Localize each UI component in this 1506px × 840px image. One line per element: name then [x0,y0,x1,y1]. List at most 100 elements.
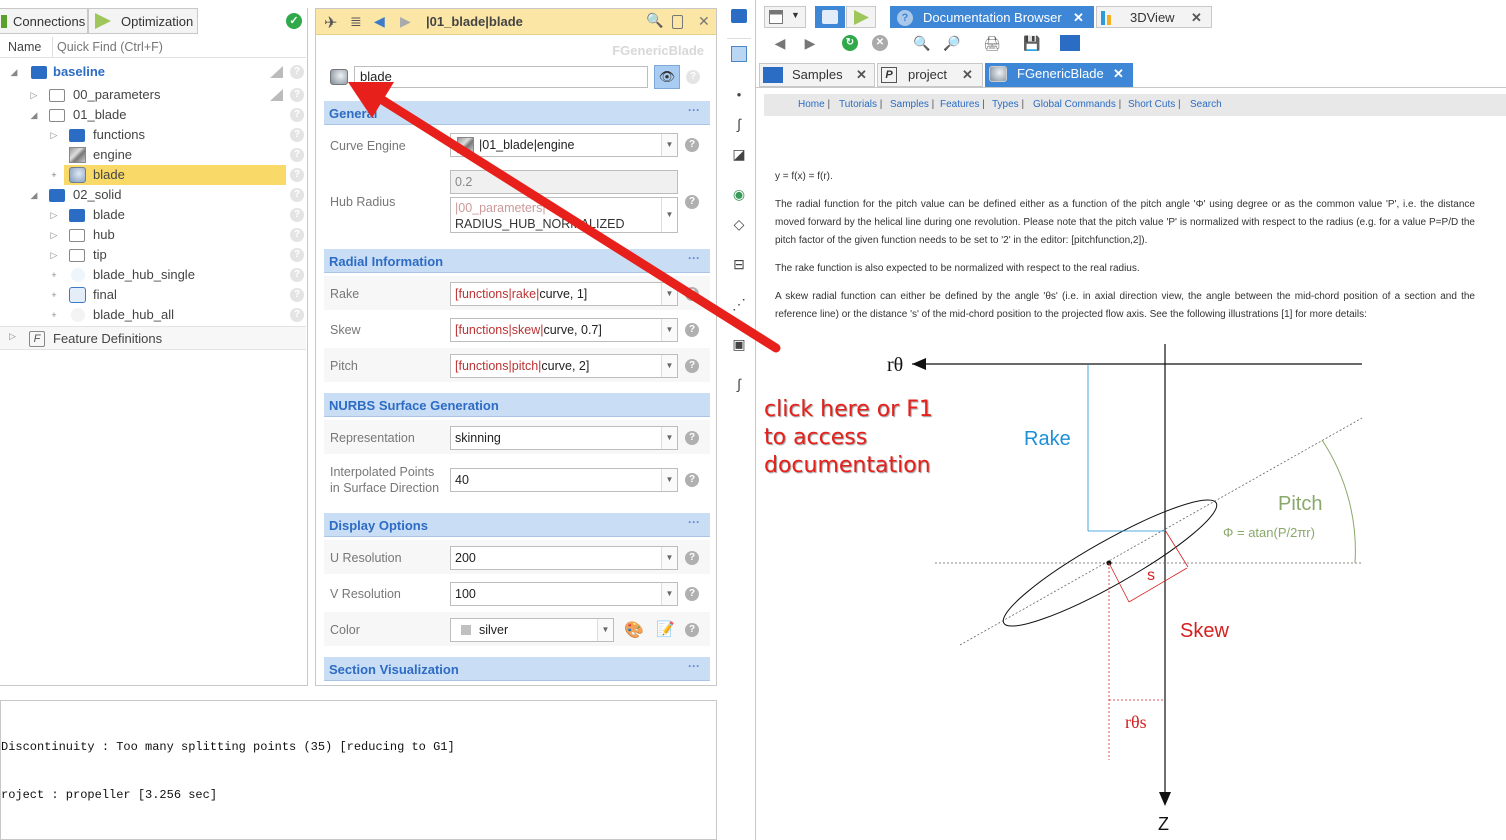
zoom-in-icon[interactable]: 🔎 [942,34,962,52]
tree-item-01-blade[interactable]: ◢ 01_blade ? [0,105,306,125]
name-input[interactable]: blade [354,66,648,88]
representation-select[interactable]: skinning ▼ [450,426,678,450]
section-display-options[interactable]: Display Options ··· [324,513,710,537]
blade-feature-icon[interactable]: ▣ [729,335,749,353]
help-icon[interactable]: ? [685,287,699,301]
help-icon[interactable]: ? [290,88,304,102]
u-resolution-select[interactable]: 200 ▼ [450,546,678,570]
back-arrow-icon[interactable]: ◀ [374,13,385,30]
help-icon[interactable]: ? [685,587,699,601]
doc-tab-project[interactable]: P project ✕ [877,63,983,87]
expand-icon[interactable]: ▷ [49,125,59,145]
doc-tab-fgenericblade[interactable]: FGenericBlade ✕ [985,63,1133,87]
quick-find-input[interactable] [52,37,302,57]
nav-link-types[interactable]: Types [992,99,1019,110]
view-icon[interactable] [729,45,749,63]
help-icon[interactable]: ? [290,268,304,282]
shape-icon[interactable]: ◉ [729,185,749,203]
back-icon[interactable]: ◀ [770,34,790,52]
expand-icon[interactable]: ▷ [49,205,59,225]
help-docs-icon[interactable] [330,69,348,85]
help-icon[interactable]: ? [290,108,304,122]
tree-item-final[interactable]: + final ? [0,285,306,305]
tab-connections[interactable]: Connections [0,8,88,34]
section-more-button[interactable]: ··· [688,515,700,529]
expand-icon[interactable]: + [49,285,59,305]
nav-link-global-commands[interactable]: Global Commands [1033,99,1116,110]
refresh-icon[interactable]: ↻ [842,35,858,51]
zoom-out-icon[interactable]: 🔍 [912,34,932,52]
copy-icon[interactable] [672,15,683,29]
section-nurbs-surface-generation[interactable]: NURBS Surface Generation [324,393,710,417]
section-radial-information[interactable]: Radial Information ··· [324,249,710,273]
help-icon[interactable]: ? [685,138,699,152]
expand-icon[interactable]: ▷ [29,85,39,105]
close-icon[interactable]: ✕ [1191,7,1202,29]
nav-link-tutorials[interactable]: Tutorials [839,99,877,110]
stop-icon[interactable]: ✕ [872,35,888,51]
search-icon[interactable]: 🔍 [646,12,663,29]
close-icon[interactable]: ✕ [856,64,867,86]
interpolated-points-select[interactable]: 40 ▼ [450,468,678,492]
save-icon[interactable]: 💾 [1022,34,1042,52]
window-layout-button[interactable]: ▼ [764,6,806,28]
help-icon[interactable]: ? [685,623,699,637]
pitch-select[interactable]: [functions|pitch|curve, 2] ▼ [450,354,678,378]
expand-icon[interactable]: ▷ [49,245,59,265]
transform-icon[interactable]: ⊟ [729,255,749,273]
close-icon[interactable]: ✕ [962,64,973,86]
nav-link-search[interactable]: Search [1190,99,1222,110]
section-section-visualization[interactable]: Section Visualization ··· [324,657,710,681]
curve-tool-icon[interactable]: ∫ [729,375,749,393]
help-icon[interactable]: ? [686,70,700,84]
help-icon[interactable]: ? [685,431,699,445]
help-icon[interactable]: ? [290,288,304,302]
expand-icon[interactable]: + [49,265,59,285]
expand-icon[interactable]: + [49,305,59,325]
help-icon[interactable]: ? [685,195,699,209]
chevron-down-icon[interactable]: ▼ [661,583,677,605]
tree-item-baseline[interactable]: ◢ baseline ? [0,62,306,82]
tree-item-blade-hub-single[interactable]: + blade_hub_single ? [0,265,306,285]
color-select[interactable]: silver ▼ [450,618,614,642]
nav-link-features[interactable]: Features [940,99,979,110]
help-icon[interactable]: ? [290,208,304,222]
close-icon[interactable]: ✕ [1073,7,1084,29]
edit-icon[interactable]: 📝 [656,620,675,638]
tab-3dview[interactable]: 3DView ✕ [1096,6,1212,28]
help-icon[interactable]: ? [685,323,699,337]
curve-icon[interactable]: ∫ [729,115,749,133]
expand-icon[interactable]: + [49,165,59,185]
collapse-icon[interactable]: ◢ [29,105,39,125]
chevron-down-icon[interactable]: ▼ [661,198,677,232]
chevron-down-icon[interactable]: ▼ [661,469,677,491]
surface-icon[interactable]: ◪ [729,145,749,163]
help-icon[interactable]: ? [290,188,304,202]
solid-icon[interactable]: ◇ [729,215,749,233]
v-resolution-select[interactable]: 100 ▼ [450,582,678,606]
palette-icon[interactable]: 🎨 [624,620,644,640]
help-icon[interactable]: ? [685,359,699,373]
section-more-button[interactable]: ··· [688,659,700,673]
forward-icon[interactable]: ▶ [800,34,820,52]
help-icon[interactable]: ? [290,308,304,322]
chevron-down-icon[interactable]: ▼ [661,427,677,449]
help-icon[interactable]: ? [290,128,304,142]
pin-icon[interactable]: ✈ [324,13,337,33]
expand-icon[interactable]: ▷ [49,225,59,245]
tree-item-00-parameters[interactable]: ▷ 00_parameters ? [0,85,306,105]
tree-item-hub[interactable]: ▷ hub ? [0,225,306,245]
tab-documentation-browser[interactable]: ? Documentation Browser ✕ [890,6,1094,28]
run-tab-button[interactable] [846,6,876,28]
help-icon[interactable]: ? [290,148,304,162]
tree-item-blade-selected[interactable]: + blade ? [0,165,306,185]
nav-link-home[interactable]: Home [798,99,825,110]
help-icon[interactable]: ? [290,228,304,242]
tree-item-02-solid[interactable]: ◢ 02_solid ? [0,185,306,205]
home-logo-icon[interactable] [1060,35,1080,51]
expand-icon[interactable]: ▷ [9,331,16,342]
chevron-down-icon[interactable]: ▼ [661,283,677,305]
tree-item-functions[interactable]: ▷ functions ? [0,125,306,145]
tree-item-blade-hub-all[interactable]: + blade_hub_all ? [0,305,306,325]
tree-item-feature-definitions[interactable]: ▷ F Feature Definitions [0,326,306,350]
